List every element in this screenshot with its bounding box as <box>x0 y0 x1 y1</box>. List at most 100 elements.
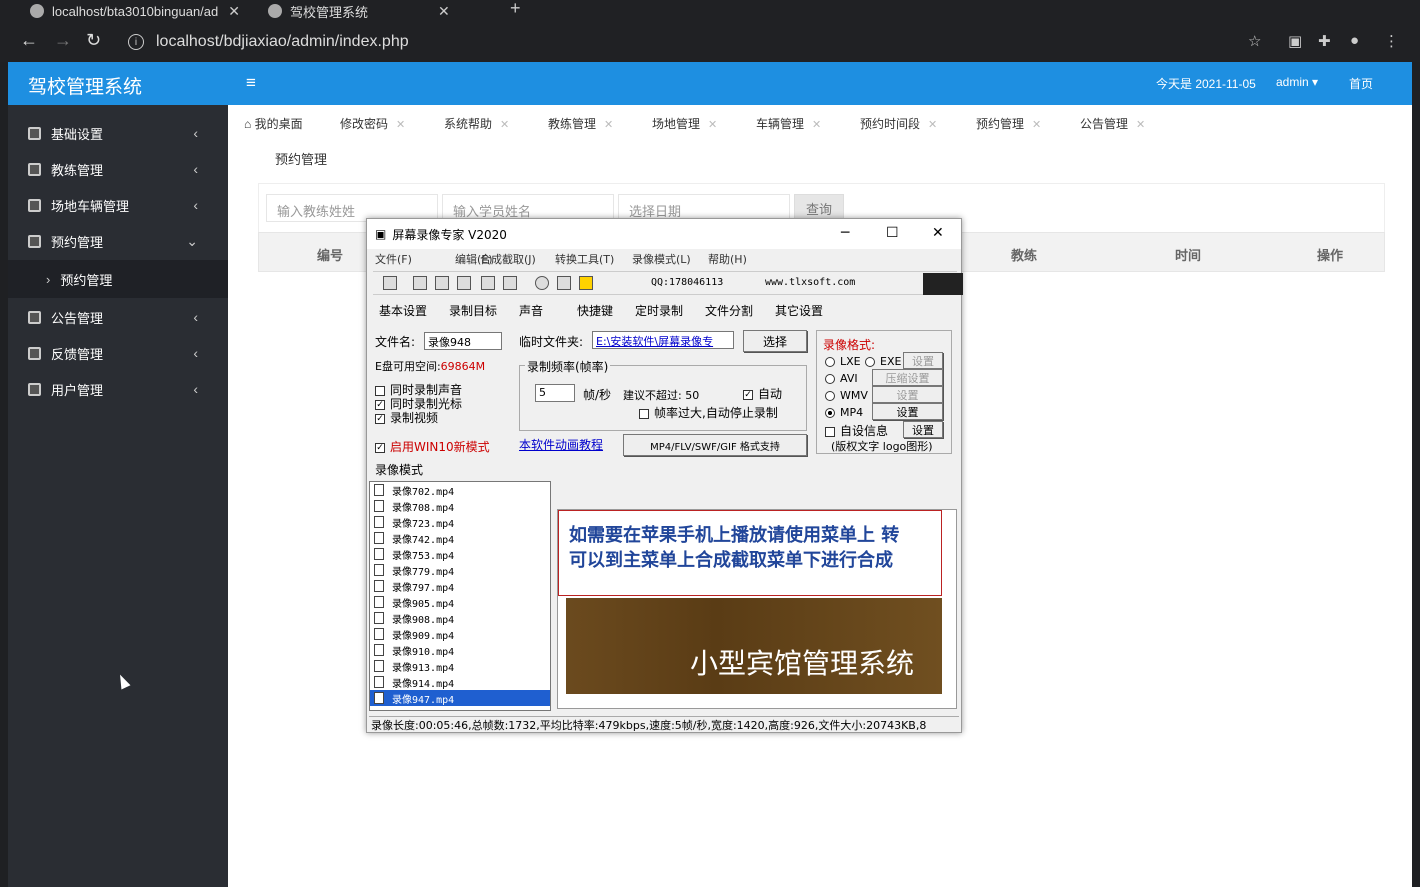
checkbox[interactable]: ✓ <box>743 389 753 400</box>
gift-icon[interactable] <box>557 276 571 290</box>
minimize-icon[interactable]: ─ <box>841 225 849 241</box>
tab-timeslot[interactable]: 预约时间段 ✕ <box>860 115 937 132</box>
tab-hotkey[interactable]: 快捷键 <box>577 302 613 319</box>
sidebar-item-coach[interactable]: 教练管理 ‹ <box>8 151 228 187</box>
hamburger-icon[interactable]: ≡ <box>246 73 256 93</box>
sidebar-item-users[interactable]: 用户管理 ‹ <box>8 371 228 407</box>
menu-icon[interactable]: ⋮ <box>1384 32 1399 50</box>
close-icon[interactable]: ✕ <box>812 119 821 131</box>
sidebar-item-site-vehicle[interactable]: 场地车辆管理 ‹ <box>8 187 228 223</box>
temp-folder-path[interactable]: E:\安装软件\屏幕录像专 <box>592 331 734 349</box>
format-lxe[interactable]: LXE <box>825 355 861 368</box>
list-item[interactable]: 录像910.mp4 <box>370 642 550 658</box>
exe-setting-button[interactable]: 设置 <box>903 352 943 369</box>
sidebar-subitem-booking[interactable]: › 预约管理 <box>8 260 228 298</box>
list-item[interactable]: 录像753.mp4 <box>370 546 550 562</box>
profile-icon[interactable]: ● <box>1350 32 1359 49</box>
list-item[interactable]: 录像908.mp4 <box>370 610 550 626</box>
stop-icon[interactable] <box>457 276 471 290</box>
choose-button[interactable]: 选择 <box>743 330 807 352</box>
list-item-selected[interactable]: 录像947.mp4 <box>370 690 550 706</box>
puzzle-icon[interactable]: ✚ <box>1318 32 1331 50</box>
close-icon[interactable]: ✕ <box>1032 119 1041 131</box>
compress-setting-button[interactable]: 压缩设置 <box>872 369 943 386</box>
address-bar[interactable]: i localhost/bdjiaxiao/admin/index.php <box>120 26 1260 58</box>
wmv-setting-button[interactable]: 设置 <box>872 386 943 403</box>
pause-icon[interactable] <box>435 276 449 290</box>
checkbox[interactable] <box>375 385 385 396</box>
close-icon[interactable]: ✕ <box>604 119 613 131</box>
new-tab-icon[interactable]: + <box>510 0 521 19</box>
auto-stop-checkbox[interactable]: 帧率过大,自动停止录制 <box>639 404 778 421</box>
tab-coach[interactable]: 教练管理 ✕ <box>548 115 613 132</box>
extension-icon[interactable]: ▣ <box>1288 32 1302 50</box>
browser-tab-active[interactable]: 驾校管理系统 ✕ <box>268 0 450 22</box>
checkbox[interactable]: ✓ <box>375 413 385 424</box>
radio[interactable] <box>865 357 875 367</box>
win10-mode-checkbox[interactable]: ✓ 启用WIN10新模式 <box>375 438 490 455</box>
radio[interactable] <box>825 357 835 367</box>
close-icon[interactable]: ✕ <box>1136 119 1145 131</box>
menu-mode[interactable]: 录像模式(L) <box>632 251 691 267</box>
tab-password[interactable]: 修改密码 ✕ <box>340 115 405 132</box>
checkbox[interactable] <box>639 408 649 419</box>
menu-file[interactable]: 文件(F) <box>375 251 412 267</box>
format-mp4[interactable]: MP4 <box>825 406 863 419</box>
close-icon[interactable]: ✕ <box>928 119 937 131</box>
sidebar-item-feedback[interactable]: 反馈管理 ‹ <box>8 335 228 371</box>
tab-schedule[interactable]: 定时录制 <box>635 302 683 319</box>
tab-vehicle[interactable]: 车辆管理 ✕ <box>756 115 821 132</box>
menu-help[interactable]: 帮助(H) <box>708 251 747 267</box>
sidebar-item-basic[interactable]: 基础设置 ‹ <box>8 115 228 151</box>
tab-other[interactable]: 其它设置 <box>775 302 823 319</box>
menu-convert[interactable]: 转换工具(T) <box>555 251 614 267</box>
radio-selected[interactable] <box>825 408 835 418</box>
maximize-icon[interactable]: ☐ <box>886 225 899 241</box>
list-item[interactable]: 录像914.mp4 <box>370 674 550 690</box>
close-icon[interactable]: ✕ <box>396 119 405 131</box>
tutorial-link[interactable]: 本软件动画教程 <box>519 436 603 453</box>
close-icon[interactable]: ✕ <box>500 119 509 131</box>
reload-icon[interactable]: ↻ <box>86 30 101 51</box>
radio[interactable] <box>825 374 835 384</box>
list-item[interactable]: 录像702.mp4 <box>370 482 550 498</box>
record-icon[interactable] <box>413 276 427 290</box>
tab-split[interactable]: 文件分割 <box>705 302 753 319</box>
star-icon[interactable]: ☆ <box>1248 32 1261 50</box>
list-item[interactable]: 录像913.mp4 <box>370 658 550 674</box>
record-video-checkbox[interactable]: ✓ 录制视频 <box>375 409 438 426</box>
checkbox[interactable]: ✓ <box>375 399 385 410</box>
tab-help[interactable]: 系统帮助 ✕ <box>444 115 509 132</box>
forward-icon[interactable]: → <box>54 30 72 51</box>
custom-setting-button[interactable]: 设置 <box>903 421 943 438</box>
home-link[interactable]: 首页 <box>1349 75 1373 92</box>
tools-icon[interactable] <box>503 276 517 290</box>
globe-icon[interactable] <box>535 276 549 290</box>
sidebar-item-notice[interactable]: 公告管理 ‹ <box>8 299 228 335</box>
tab-basic[interactable]: 基本设置 <box>379 302 427 319</box>
tab-booking[interactable]: 预约管理 ✕ <box>976 115 1041 132</box>
close-icon[interactable]: ✕ <box>708 119 717 131</box>
checkbox[interactable]: ✓ <box>375 442 385 453</box>
formats-button[interactable]: MP4/FLV/SWF/GIF 格式支持 <box>623 434 807 456</box>
list-item[interactable]: 录像723.mp4 <box>370 514 550 530</box>
custom-info-checkbox[interactable]: 自设信息 <box>825 422 888 439</box>
info-icon[interactable]: i <box>128 34 144 50</box>
mp4-setting-button[interactable]: 设置 <box>872 403 943 420</box>
tab-target[interactable]: 录制目标 <box>449 302 497 319</box>
website[interactable]: www.tlxsoft.com <box>765 277 855 288</box>
list-item[interactable]: 录像742.mp4 <box>370 530 550 546</box>
format-exe[interactable]: EXE <box>865 355 901 368</box>
close-icon[interactable]: ✕ <box>228 3 240 20</box>
tab-sound[interactable]: 声音 <box>519 302 543 319</box>
recorder-titlebar[interactable]: ▣ 屏幕录像专家 V2020 ─ ☐ ✕ <box>367 219 961 249</box>
sidebar-item-booking[interactable]: 预约管理 ⌄ <box>8 223 228 259</box>
filename-field[interactable]: 录像948 <box>424 332 502 350</box>
user-menu[interactable]: admin ▾ <box>1276 75 1318 89</box>
tab-site[interactable]: 场地管理 ✕ <box>652 115 717 132</box>
fps-field[interactable]: 5 <box>535 384 575 402</box>
radio[interactable] <box>825 391 835 401</box>
close-icon[interactable]: ✕ <box>932 225 944 241</box>
auto-checkbox[interactable]: ✓ 自动 <box>743 385 782 402</box>
close-icon[interactable]: ✕ <box>438 3 450 20</box>
